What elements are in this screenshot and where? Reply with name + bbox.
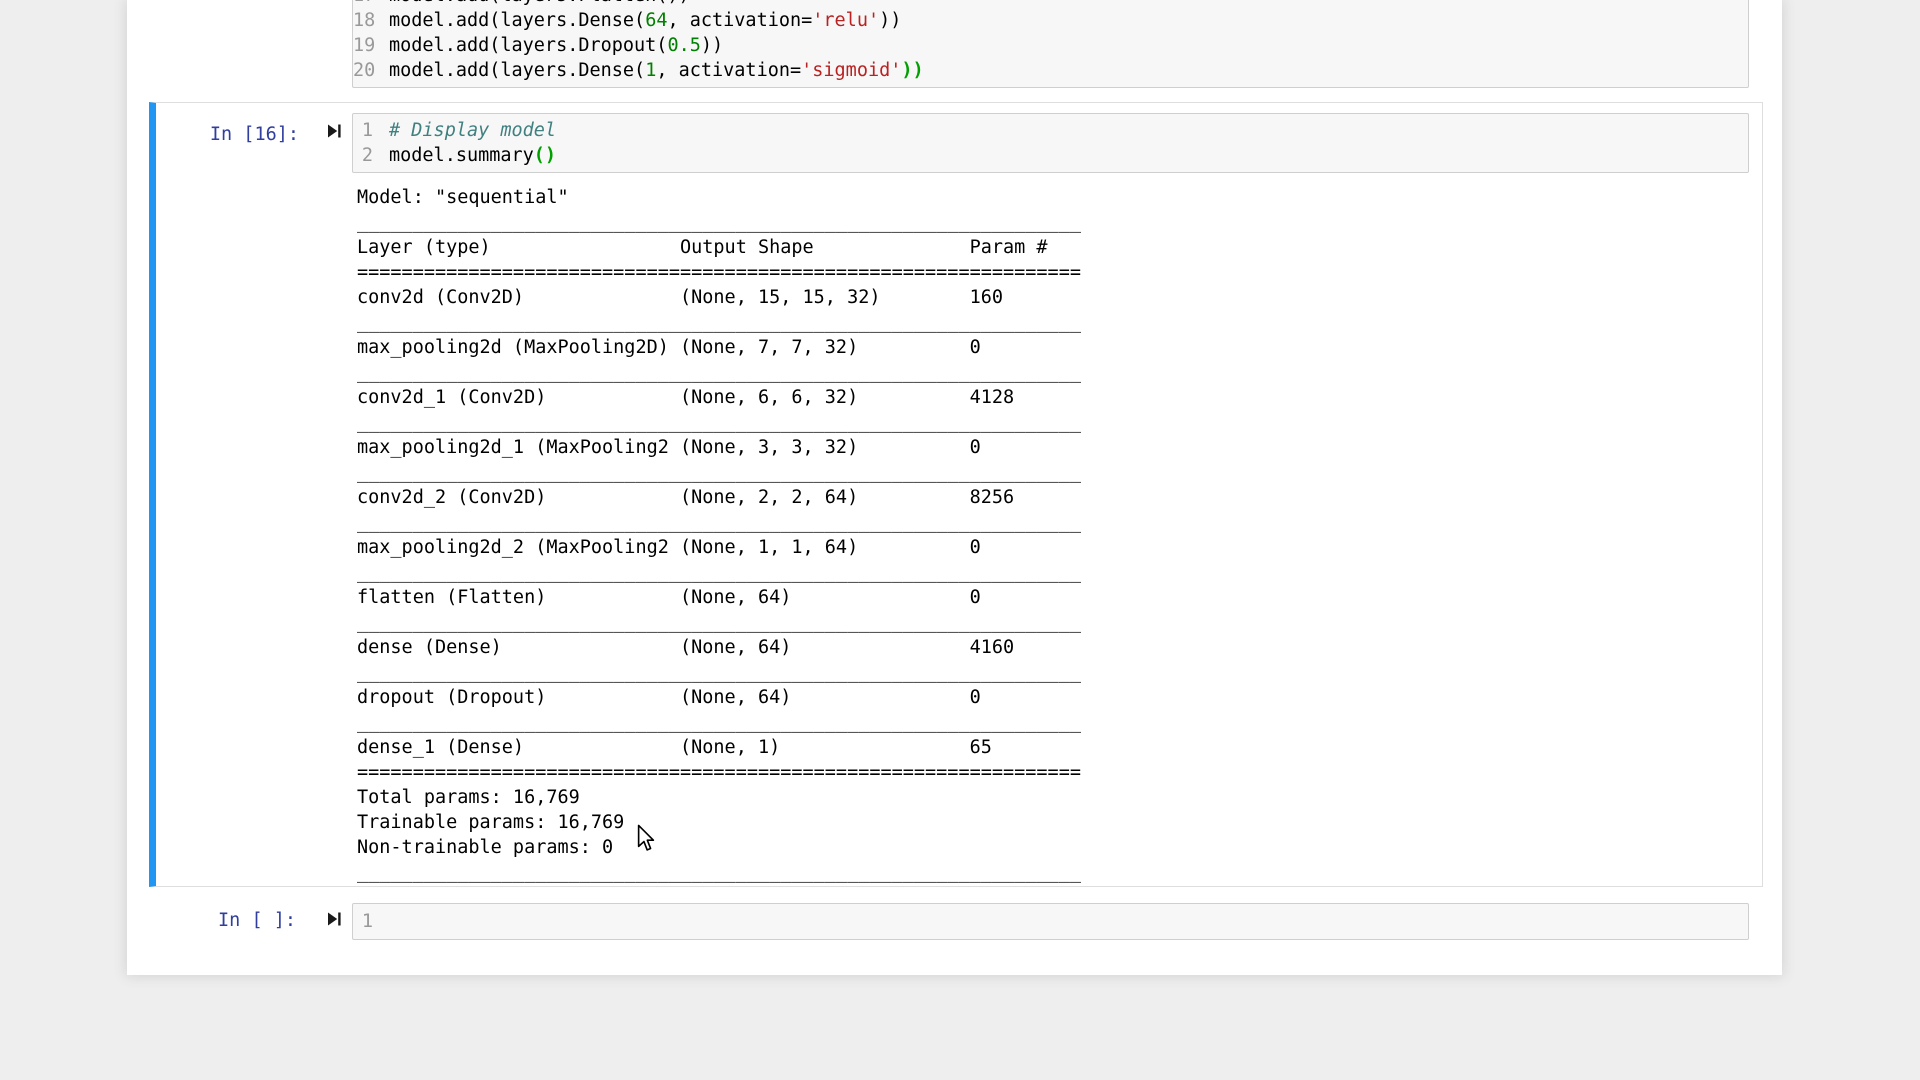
code-cell-input-summary[interactable]: 1# Display model2model.summary() (352, 113, 1749, 173)
code-line[interactable]: 18model.add(layers.Dense(64, activation=… (353, 8, 1748, 33)
input-prompt: In [16]: (156, 122, 299, 147)
line-number: 1 (353, 118, 389, 143)
page-background: 17model.add(layers.Flatten())18model.add… (0, 0, 1920, 1080)
line-number: 20 (353, 58, 389, 83)
model-summary-output: Model: "sequential" ____________________… (357, 185, 1081, 885)
line-number: 19 (353, 33, 389, 58)
code-text: model.add(layers.Dense(64, activation='r… (389, 8, 901, 33)
selected-cell[interactable]: In [16]: 1# Display model2model.summary(… (149, 102, 1763, 887)
input-prompt-empty: In [ ]: (153, 908, 296, 933)
line-number: 18 (353, 8, 389, 33)
code-text: model.add(layers.Flatten()) (389, 0, 690, 8)
code-line[interactable]: 2model.summary() (353, 143, 1748, 168)
code-line[interactable]: 17model.add(layers.Flatten()) (353, 0, 1748, 8)
code-line[interactable]: 19model.add(layers.Dropout(0.5)) (353, 33, 1748, 58)
code-cell-input-empty[interactable]: 1 (352, 903, 1749, 940)
run-cell-icon[interactable] (326, 123, 343, 140)
code-text: model.add(layers.Dense(1, activation='si… (389, 58, 924, 83)
line-number: 2 (353, 143, 389, 168)
code-line[interactable]: 20model.add(layers.Dense(1, activation='… (353, 58, 1748, 83)
code-text: model.add(layers.Dropout(0.5)) (389, 33, 723, 58)
code-text: model.summary() (389, 143, 556, 168)
notebook-container: 17model.add(layers.Flatten())18model.add… (127, 0, 1782, 975)
line-number: 17 (353, 0, 389, 8)
code-line[interactable]: 1 (353, 909, 1748, 934)
line-number: 1 (353, 909, 389, 934)
play-skip-icon (326, 911, 342, 927)
code-cell-input-model-build[interactable]: 17model.add(layers.Flatten())18model.add… (352, 0, 1749, 88)
code-line[interactable]: 1# Display model (353, 118, 1748, 143)
run-cell-icon[interactable] (326, 911, 343, 928)
play-skip-icon (326, 123, 342, 139)
code-text: # Display model (389, 118, 556, 143)
